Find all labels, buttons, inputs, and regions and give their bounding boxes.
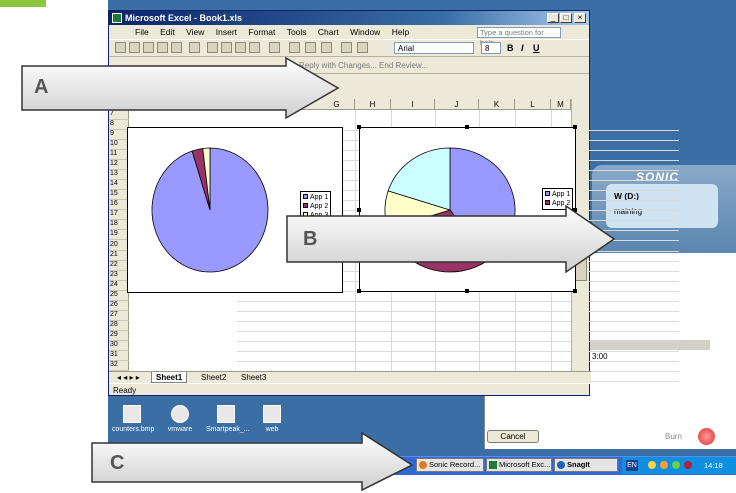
callout-label-b: B bbox=[303, 228, 318, 250]
callout-overlay bbox=[21, 56, 616, 492]
callout-label-a: A bbox=[34, 76, 49, 98]
callout-arrow-a bbox=[21, 56, 340, 120]
callout-label-c: C bbox=[110, 452, 125, 474]
callout-arrow-c bbox=[91, 431, 414, 492]
callout-arrow-b bbox=[286, 204, 616, 274]
